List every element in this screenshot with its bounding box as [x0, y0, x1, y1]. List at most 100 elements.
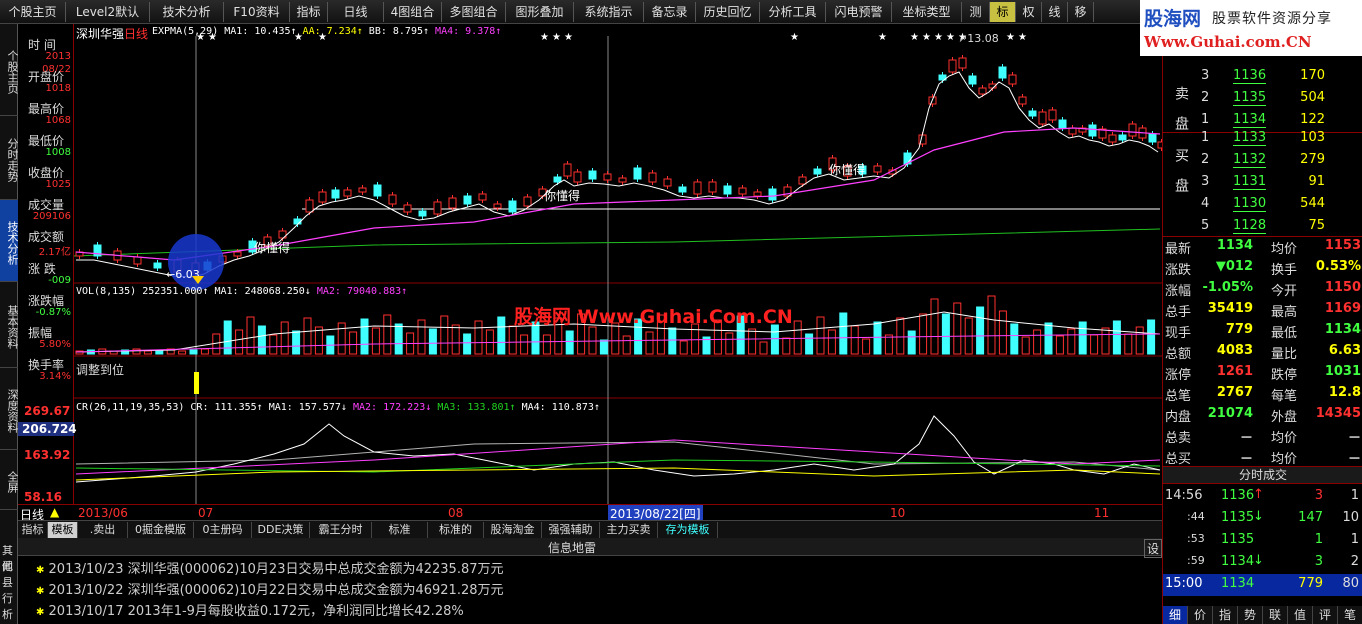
volume-bar [907, 330, 916, 355]
volume-bar [645, 331, 654, 355]
toolbar-item-9[interactable]: 系统指示 [574, 2, 644, 22]
sidebar-tab-4[interactable]: 深度资料 [0, 368, 19, 450]
toolbar-item-15[interactable]: 测 [962, 2, 990, 22]
right-tab-4[interactable]: 联 [1263, 606, 1288, 624]
level-price: 1134 [1233, 112, 1267, 128]
news-side-tab[interactable]: 县 [2, 574, 13, 590]
template-tab-7[interactable]: 标准 [372, 522, 428, 538]
template-tab-2[interactable]: .卖出 [78, 522, 128, 538]
toolbar-item-3[interactable]: F10资料 [224, 2, 290, 22]
template-tab-12[interactable]: 存为模板 [658, 522, 718, 538]
candle-body [1018, 96, 1027, 105]
news-side-tab[interactable]: 闻 [2, 558, 13, 574]
toolbar-item-7[interactable]: 多图组合 [442, 2, 506, 22]
quote-value: 779 [1225, 322, 1253, 337]
news-item[interactable]: ✱ 2013/10/23 深圳华强(000062)10月23日交易中总成交金额为… [36, 558, 504, 577]
volume-bar [269, 334, 278, 355]
buy-level[interactable]: 1 1133 103 [1163, 130, 1362, 152]
volume-bar [884, 334, 893, 355]
news-bullet-icon: ✱ [36, 586, 45, 597]
right-tab-5[interactable]: 值 [1288, 606, 1313, 624]
candle-body [648, 172, 657, 183]
right-tab-3[interactable]: 势 [1238, 606, 1263, 624]
volume-bar [235, 329, 244, 355]
template-tab-10[interactable]: 强强辅助 [542, 522, 600, 538]
cr-ma3: MA3: 133.801↑ [437, 402, 516, 413]
toolbar-item-13[interactable]: 闪电预警 [826, 2, 892, 22]
quote-label: 总手 [1165, 305, 1192, 320]
toolbar-item-19[interactable]: 移 [1068, 2, 1094, 22]
toolbar-item-17[interactable]: 权 [1016, 2, 1042, 22]
date-label-6: 11 [1094, 506, 1110, 520]
volume-bar [1090, 334, 1099, 355]
toolbar-item-6[interactable]: 4图组合 [384, 2, 442, 22]
sell-level[interactable]: 2 1135 504 [1163, 90, 1362, 112]
level-index: 2 [1201, 90, 1210, 105]
template-tab-5[interactable]: DDE决策 [252, 522, 310, 538]
candle-body [738, 187, 747, 195]
info-value: 2013 [45, 51, 71, 62]
template-tab-4[interactable]: 0主册码 [194, 522, 252, 538]
news-side-tab[interactable]: 析 [2, 606, 13, 622]
template-tab-9[interactable]: 股海淘金 [484, 522, 542, 538]
news-item[interactable]: ✱ 2013/10/22 深圳华强(000062)10月22日交易中总成交金额为… [36, 579, 504, 598]
candle-body [753, 191, 762, 197]
candle-body [1058, 119, 1067, 129]
toolbar-item-16[interactable]: 标 [990, 2, 1016, 22]
right-tab-1[interactable]: 价 [1188, 606, 1213, 624]
right-tab-7[interactable]: 笔 [1338, 606, 1362, 624]
quote-label: 今开 [1271, 284, 1298, 299]
toolbar-item-5[interactable]: 日线 [328, 2, 384, 22]
toolbar-item-12[interactable]: 分析工具 [760, 2, 826, 22]
sidebar-tab-5[interactable]: 全屏 [0, 450, 19, 510]
candle-body [331, 189, 340, 199]
toolbar-item-0[interactable]: 个股主页 [0, 2, 66, 22]
buy-level[interactable]: 2 1132 279 [1163, 152, 1362, 174]
toolbar-item-18[interactable]: 线 [1042, 2, 1068, 22]
right-tab-6[interactable]: 评 [1313, 606, 1338, 624]
quote-value: － [1239, 452, 1253, 467]
kline-chart[interactable]: ★ ★ ★ ★ ★ ★ ★ ★ ★ ★ ★ ★ ★ ★ ★ ★ ↗13.08 ←6.03 你懂得 你懂得 你懂得 深圳华… [74, 24, 1162, 504]
sell-level[interactable]: 3 1136 170 [1163, 68, 1362, 90]
template-tab-11[interactable]: 主力买卖 [600, 522, 658, 538]
quote-value: 0.53% [1315, 259, 1361, 274]
template-tab-3[interactable]: 0掘金模版 [128, 522, 194, 538]
tick-time: :44 [1187, 510, 1205, 523]
tick-volume: 147 [1298, 510, 1323, 525]
quote-row: 总手 35419 最高 1169 [1163, 299, 1362, 321]
toolbar-item-2[interactable]: 技术分析 [150, 2, 224, 22]
right-tab-2[interactable]: 指 [1213, 606, 1238, 624]
quote-row: 涨跌 ▼012 换手 0.53% [1163, 257, 1362, 279]
sidebar-tab-2[interactable]: 技术分析 [0, 200, 19, 282]
buy-level[interactable]: 3 1131 91 [1163, 174, 1362, 196]
tick-price: 1136 [1221, 488, 1255, 503]
news-side-tab[interactable]: 行 [2, 590, 13, 606]
sidebar-tab-0[interactable]: 个股主页 [0, 24, 19, 116]
quote-label: 涨幅 [1165, 284, 1192, 299]
watermark: 股海网 Www.Guhai.Com.CN [514, 306, 793, 328]
template-tab-1[interactable]: 模板 [48, 522, 78, 538]
level-volume: 544 [1300, 196, 1325, 211]
toolbar-item-1[interactable]: Level2默认 [66, 2, 150, 22]
toolbar-item-11[interactable]: 历史回忆 [696, 2, 760, 22]
news-settings-button[interactable]: 设 [1144, 539, 1163, 558]
template-tab-8[interactable]: 标准的 [428, 522, 484, 538]
sidebar-tab-1[interactable]: 分时走势 [0, 116, 19, 200]
news-item[interactable]: ✱ 2013/10/17 2013年1-9月每股收益0.172元，净利润同比增长… [36, 600, 464, 619]
toolbar-item-10[interactable]: 备忘录 [644, 2, 696, 22]
candle-body [403, 204, 412, 213]
tick-price: 1135 [1221, 532, 1255, 547]
template-tab-6[interactable]: 霸王分时 [310, 522, 372, 538]
right-tab-0[interactable]: 细 [1163, 606, 1188, 624]
toolbar-item-4[interactable]: 指标 [290, 2, 328, 22]
toolbar-item-8[interactable]: 图形叠加 [506, 2, 574, 22]
tick-volume: 3 [1314, 554, 1323, 569]
cr-axis-1: 269.67 [24, 404, 71, 418]
buy-level[interactable]: 4 1130 544 [1163, 196, 1362, 218]
tick-time: :53 [1187, 532, 1205, 545]
template-tab-0[interactable]: 指标 [18, 522, 48, 538]
volume-bar [1010, 323, 1019, 355]
toolbar-item-14[interactable]: 坐标类型 [892, 2, 962, 22]
sidebar-tab-3[interactable]: 基本资料 [0, 282, 19, 368]
ticks-title[interactable]: 分时成交 [1163, 466, 1362, 484]
